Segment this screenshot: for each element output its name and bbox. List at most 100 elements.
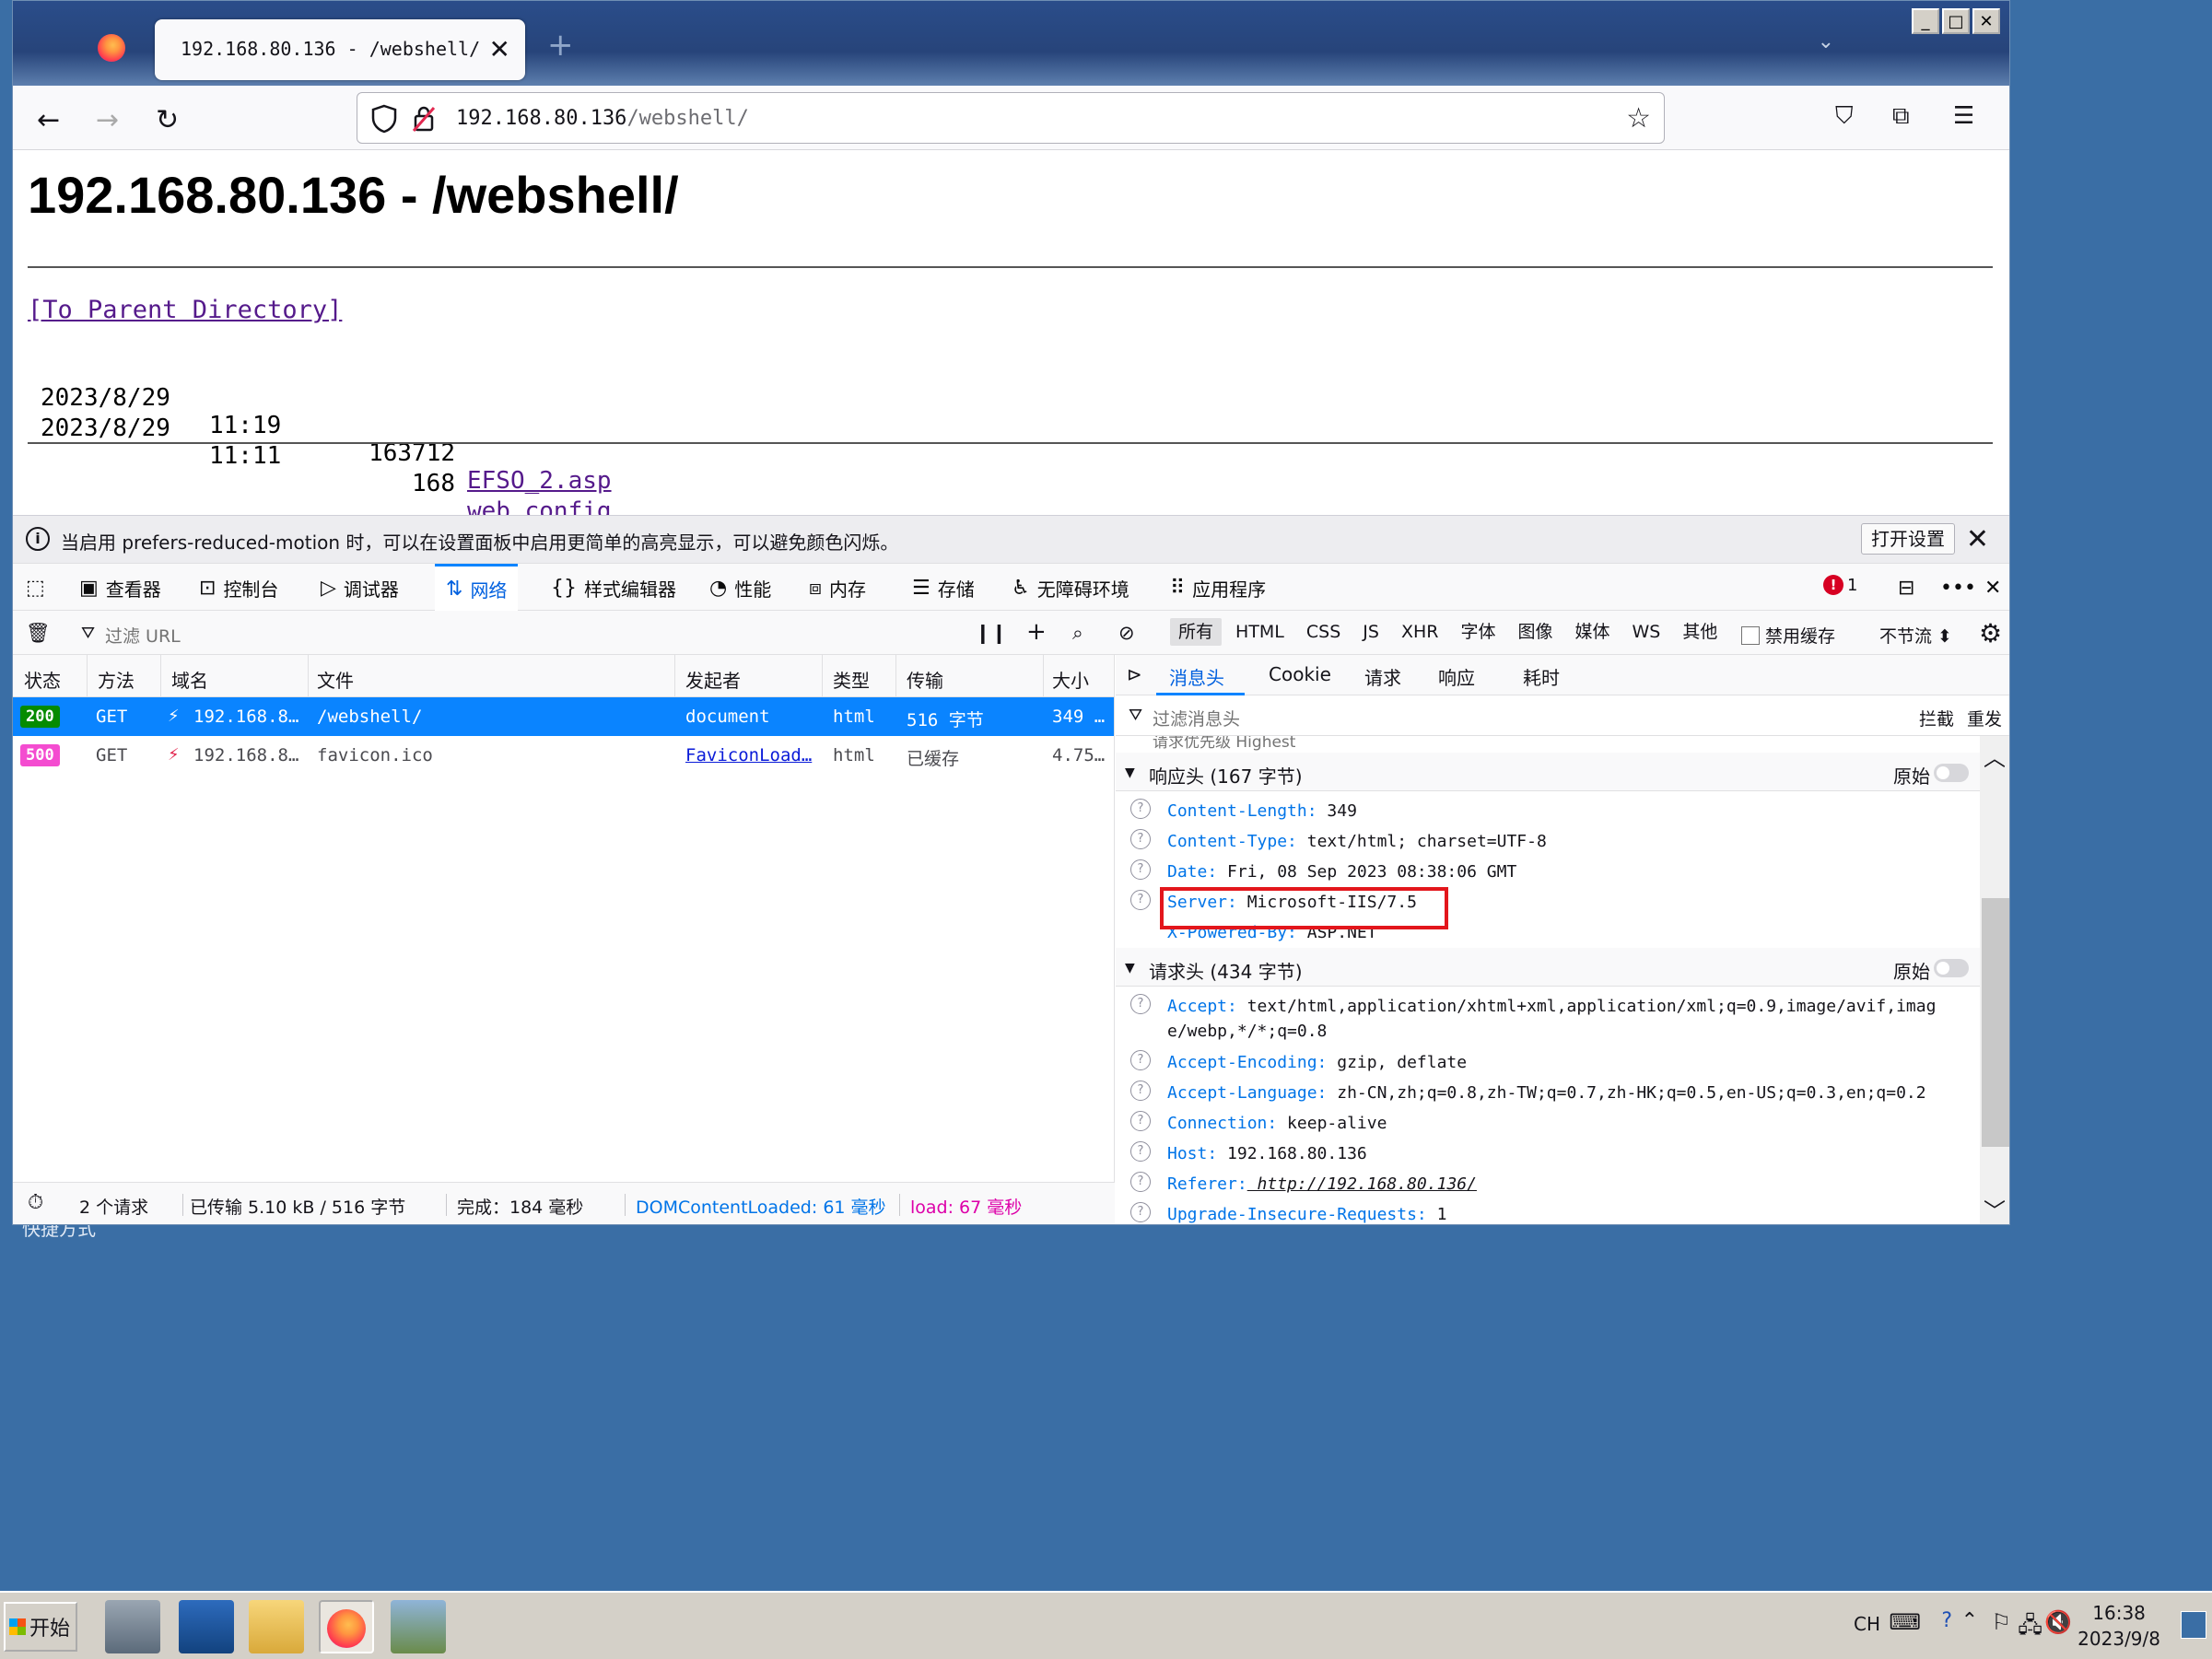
volume-muted-icon[interactable]: 🔇 [2044,1609,2072,1635]
tab-debugger[interactable]: ▷ 调试器 [321,564,399,612]
parent-directory-link[interactable]: [To Parent Directory] [28,296,342,324]
url-filter-input[interactable]: 过滤 URL [105,623,181,648]
firefox-taskbar-icon[interactable] [319,1600,374,1653]
tab-style-editor[interactable]: {} 样式编辑器 [551,564,676,612]
help-icon[interactable]: ? [1130,859,1151,880]
help-icon[interactable]: ? [1130,1050,1151,1070]
dock-icon[interactable]: ⊟ [1898,564,1914,612]
block-icon[interactable]: ⊘ [1118,622,1135,644]
search-icon[interactable]: ⌕ [1072,622,1083,645]
close-window-button[interactable]: ✕ [1972,8,2000,34]
help-icon[interactable]: ? [1130,829,1151,849]
server-manager-icon[interactable] [105,1600,160,1653]
pause-icon[interactable]: ❙❙ [975,622,1007,644]
col-status[interactable]: 状态 [24,666,61,693]
request-row[interactable]: 500 GET ⚡ 192.168.8… favicon.ico Favicon… [13,736,1114,775]
col-transfer[interactable]: 传输 [907,666,943,693]
response-headers-section[interactable]: ▼ 响应头 (167 字节) 原始 [1116,753,1980,791]
insecure-lock-icon[interactable] [411,104,437,134]
tab-response[interactable]: 响应 [1438,663,1475,690]
browser-tab[interactable]: 192.168.80.136 - /webshell/ ✕ [155,19,525,80]
network-tool-icon[interactable] [391,1600,446,1653]
filter-all[interactable]: 所有 [1170,618,1223,646]
firefox-logo-icon[interactable] [98,34,125,62]
tab-cookies[interactable]: Cookie [1269,663,1331,685]
disable-cache-checkbox[interactable]: 禁用缓存 [1741,623,1835,648]
help-icon[interactable]: ? [1130,994,1151,1014]
show-hidden-icons-icon[interactable]: ⌃ [1961,1609,1978,1632]
filter-images[interactable]: 图像 [1509,618,1561,646]
filter-media[interactable]: 媒体 [1567,618,1619,646]
tab-application[interactable]: ⠿ 应用程序 [1170,564,1266,612]
forward-icon[interactable]: → [96,104,119,136]
stopwatch-icon[interactable]: ⏱ [28,1191,43,1214]
menu-icon[interactable]: ☰ [1953,102,1974,130]
help-icon[interactable]: ? [1130,1081,1151,1101]
help-icon[interactable]: ? [1130,799,1151,819]
reload-icon[interactable]: ↻ [156,104,179,136]
request-initiator[interactable]: FaviconLoad… [685,745,814,765]
throttle-select[interactable]: 不节流 ⬍ [1879,623,1952,648]
help-icon[interactable]: ? [1130,1172,1151,1192]
close-tab-icon[interactable]: ✕ [489,34,510,64]
tracking-shield-icon[interactable] [370,104,398,134]
headers-scrollbar[interactable]: ︿ ﹀ [1980,736,2009,1224]
extensions-icon[interactable]: ⧉ [1892,102,1910,131]
request-row[interactable]: 200 GET ⚡ 192.168.8… /webshell/ document… [13,697,1114,736]
filter-xhr[interactable]: XHR [1393,618,1447,646]
help-icon[interactable]: ? [1130,1202,1151,1222]
tab-console[interactable]: ⊡ 控制台 [199,564,278,612]
col-type[interactable]: 类型 [833,666,870,693]
close-notification-icon[interactable]: ✕ [1966,523,1989,555]
clock[interactable]: 16:38 2023/9/8 [2077,1600,2160,1652]
language-indicator[interactable]: CH [1854,1613,1880,1635]
filter-ws[interactable]: WS [1624,618,1669,646]
new-tab-icon[interactable]: + [547,27,574,64]
tab-inspector[interactable]: ▣ 查看器 [79,564,161,612]
toggle-sidebar-icon[interactable]: ⊳ [1127,663,1142,685]
start-button[interactable]: 开始 [4,1602,77,1652]
action-center-flag-icon[interactable]: ⚐ [1991,1609,2011,1635]
keyboard-icon[interactable]: ⌨ [1889,1609,1921,1635]
powershell-icon[interactable] [179,1600,234,1653]
list-tabs-chevron-icon[interactable]: ⌄ [1818,30,1834,53]
scroll-down-icon[interactable]: ﹀ [1984,1193,2006,1224]
col-initiator[interactable]: 发起者 [685,666,741,693]
tab-headers[interactable]: 消息头 [1169,663,1224,690]
back-icon[interactable]: ← [37,104,60,136]
block-button[interactable]: 拦截 [1919,706,1954,730]
help-icon[interactable]: ? [1130,1111,1151,1131]
tab-storage[interactable]: ☰ 存储 [912,564,975,612]
resend-button[interactable]: 重发 [1967,706,2002,730]
tab-request[interactable]: 请求 [1364,663,1401,690]
bookmark-star-icon[interactable]: ☆ [1626,102,1651,134]
help-icon[interactable]: ? [1130,890,1151,910]
col-file[interactable]: 文件 [317,666,354,693]
filter-fonts[interactable]: 字体 [1452,618,1504,646]
tab-memory[interactable]: ⧈ 内存 [809,564,866,612]
col-method[interactable]: 方法 [98,666,135,693]
col-size[interactable]: 大小 [1052,666,1089,693]
tab-network[interactable]: ⇅ 网络 [435,564,519,612]
show-desktop-icon[interactable] [2181,1611,2206,1639]
close-devtools-icon[interactable]: ✕ [1984,564,2001,612]
element-picker-icon[interactable]: ⬚ [26,564,45,612]
scroll-up-icon[interactable]: ︿ [1984,740,2006,772]
raw-toggle[interactable] [1934,764,1969,782]
headers-filter-input[interactable]: 过滤消息头 [1153,706,1240,730]
add-icon[interactable]: + [1026,618,1047,646]
pocket-icon[interactable]: ⛉ [1835,102,1854,131]
help-tray-icon[interactable]: ? [1941,1609,1952,1632]
error-count-badge[interactable]: ! 1 [1823,575,1857,595]
url-bar[interactable]: 192.168.80.136/webshell/ ☆ [357,92,1665,144]
open-settings-button[interactable]: 打开设置 [1861,523,1955,555]
filter-css[interactable]: CSS [1298,618,1349,646]
tab-timings[interactable]: 耗时 [1523,663,1560,690]
more-options-icon[interactable]: ••• [1940,564,1976,612]
explorer-icon[interactable] [249,1600,304,1653]
tab-performance[interactable]: ◔ 性能 [709,564,771,612]
raw-toggle[interactable] [1934,959,1969,977]
filter-js[interactable]: JS [1354,618,1387,646]
col-domain[interactable]: 域名 [171,666,208,693]
request-headers-section[interactable]: ▼ 请求头 (434 字节) 原始 [1116,948,1980,987]
